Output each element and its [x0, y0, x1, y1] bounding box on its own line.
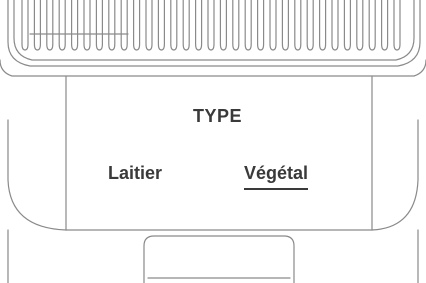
- grille-slat: [145, 0, 153, 51]
- grille-slat: [21, 0, 29, 51]
- grille-slat: [157, 0, 165, 51]
- grille-slat: [120, 0, 128, 51]
- spout-tab-outline: [143, 235, 295, 283]
- grille-slat: [219, 0, 227, 51]
- grille-slat: [195, 0, 203, 51]
- grille-slat: [356, 0, 364, 51]
- grille-slat: [269, 0, 277, 51]
- grille-slat: [71, 0, 79, 51]
- grille-slat: [294, 0, 302, 51]
- grille-slat: [232, 0, 240, 51]
- housing-left-curve: [7, 119, 67, 231]
- top-grille: [7, 0, 421, 67]
- grille-slat: [281, 0, 289, 51]
- appliance-diagram: TYPE Laitier Végétal: [0, 0, 426, 283]
- grille-slat: [306, 0, 314, 51]
- housing-right-curve: [371, 119, 419, 231]
- grille-slat: [343, 0, 351, 51]
- grille-slat: [182, 0, 190, 51]
- grille-slat: [95, 0, 103, 51]
- grille-slat: [319, 0, 327, 51]
- grille-slat: [108, 0, 116, 51]
- grille-slat: [33, 0, 41, 51]
- grille-slats: [21, 0, 401, 51]
- grille-slat: [368, 0, 376, 51]
- grille-slat: [207, 0, 215, 51]
- grille-slat: [381, 0, 389, 51]
- grille-slat: [244, 0, 252, 51]
- grille-slat: [133, 0, 141, 51]
- grille-slat: [393, 0, 401, 51]
- appliance-line-drawing: [0, 0, 426, 283]
- housing-body: [0, 59, 426, 283]
- grille-slat: [170, 0, 178, 51]
- grille-slat: [331, 0, 339, 51]
- grille-slat: [58, 0, 66, 51]
- housing-top-edge: [0, 59, 426, 77]
- option-vegetal-selected[interactable]: Végétal: [244, 164, 309, 190]
- grille-slat: [83, 0, 91, 51]
- control-panel-frame: [65, 75, 373, 231]
- grille-slat: [257, 0, 265, 51]
- type-heading: TYPE: [193, 106, 243, 126]
- option-laitier[interactable]: Laitier: [108, 164, 162, 182]
- grille-slat: [46, 0, 54, 51]
